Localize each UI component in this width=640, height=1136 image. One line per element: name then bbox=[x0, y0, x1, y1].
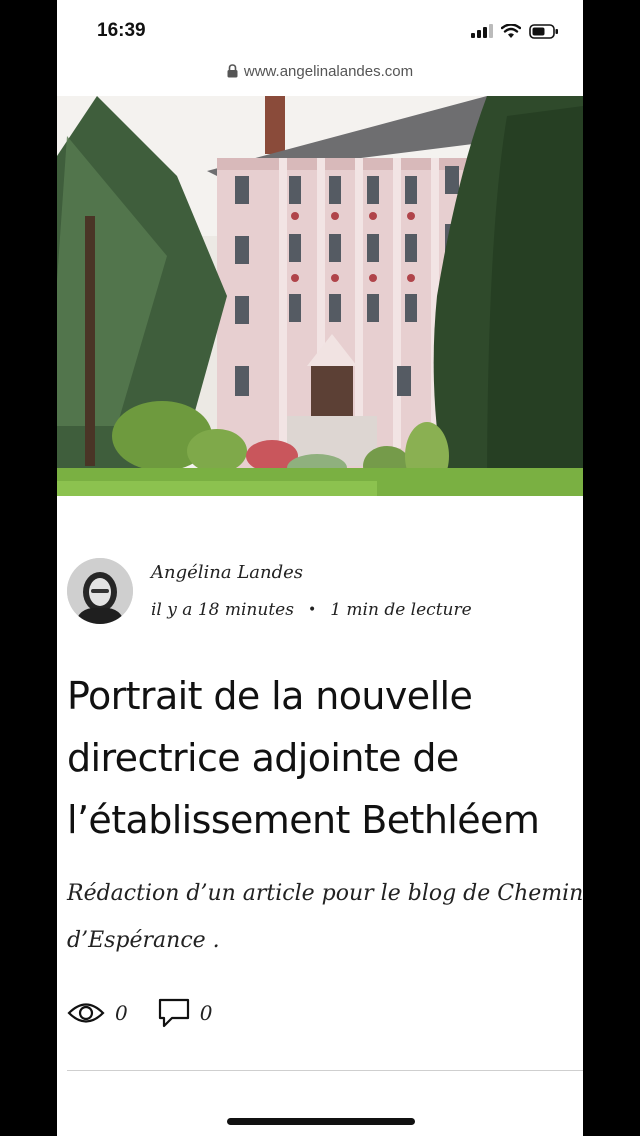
comments-count: 0 bbox=[199, 1001, 213, 1025]
excerpt-line: Rédaction d’un article pour le blog de C… bbox=[67, 881, 583, 906]
battery-icon bbox=[529, 23, 558, 39]
post-meta: il y a 18 minutes • 1 min de lecture bbox=[151, 600, 472, 620]
divider bbox=[67, 1070, 583, 1071]
views-stat: 0 bbox=[67, 1000, 128, 1026]
meta-separator: • bbox=[307, 602, 317, 618]
title-line: directrice adjointe de bbox=[67, 736, 459, 780]
author-name[interactable]: Angélina Landes bbox=[151, 562, 303, 583]
title-line: l’établissement Bethléem bbox=[67, 798, 540, 842]
home-indicator[interactable] bbox=[227, 1118, 415, 1125]
status-bar: 16:39 bbox=[57, 0, 583, 60]
title-line: Portrait de la nouvelle bbox=[67, 674, 473, 718]
eye-icon bbox=[67, 1003, 105, 1023]
wifi-icon bbox=[501, 23, 521, 38]
hero-image bbox=[57, 96, 583, 496]
status-icons bbox=[471, 22, 559, 40]
address-bar[interactable]: www.angelinalandes.com bbox=[57, 56, 583, 86]
avatar[interactable] bbox=[67, 558, 133, 624]
phone-screen: 16:39 www.angelinalandes.com Angélina La… bbox=[57, 0, 583, 1136]
comment-icon bbox=[158, 998, 189, 1028]
post-stats: 0 0 bbox=[67, 998, 242, 1028]
url-text: www.angelinalandes.com bbox=[243, 62, 414, 80]
author-info: Angélina Landes il y a 18 minutes • 1 mi… bbox=[67, 558, 567, 628]
excerpt-line: d’Espérance . bbox=[67, 928, 220, 953]
status-time: 16:39 bbox=[97, 20, 146, 41]
views-count: 0 bbox=[115, 1001, 128, 1025]
post-title[interactable]: Portrait de la nouvelle directrice adjoi… bbox=[67, 665, 572, 851]
lock-icon bbox=[227, 64, 238, 78]
signal-icon bbox=[471, 24, 493, 38]
read-time: 1 min de lecture bbox=[330, 600, 472, 620]
post-date: il y a 18 minutes bbox=[151, 600, 294, 620]
post-excerpt: Rédaction d’un article pour le blog de C… bbox=[67, 870, 583, 964]
comments-stat[interactable]: 0 bbox=[158, 998, 213, 1028]
